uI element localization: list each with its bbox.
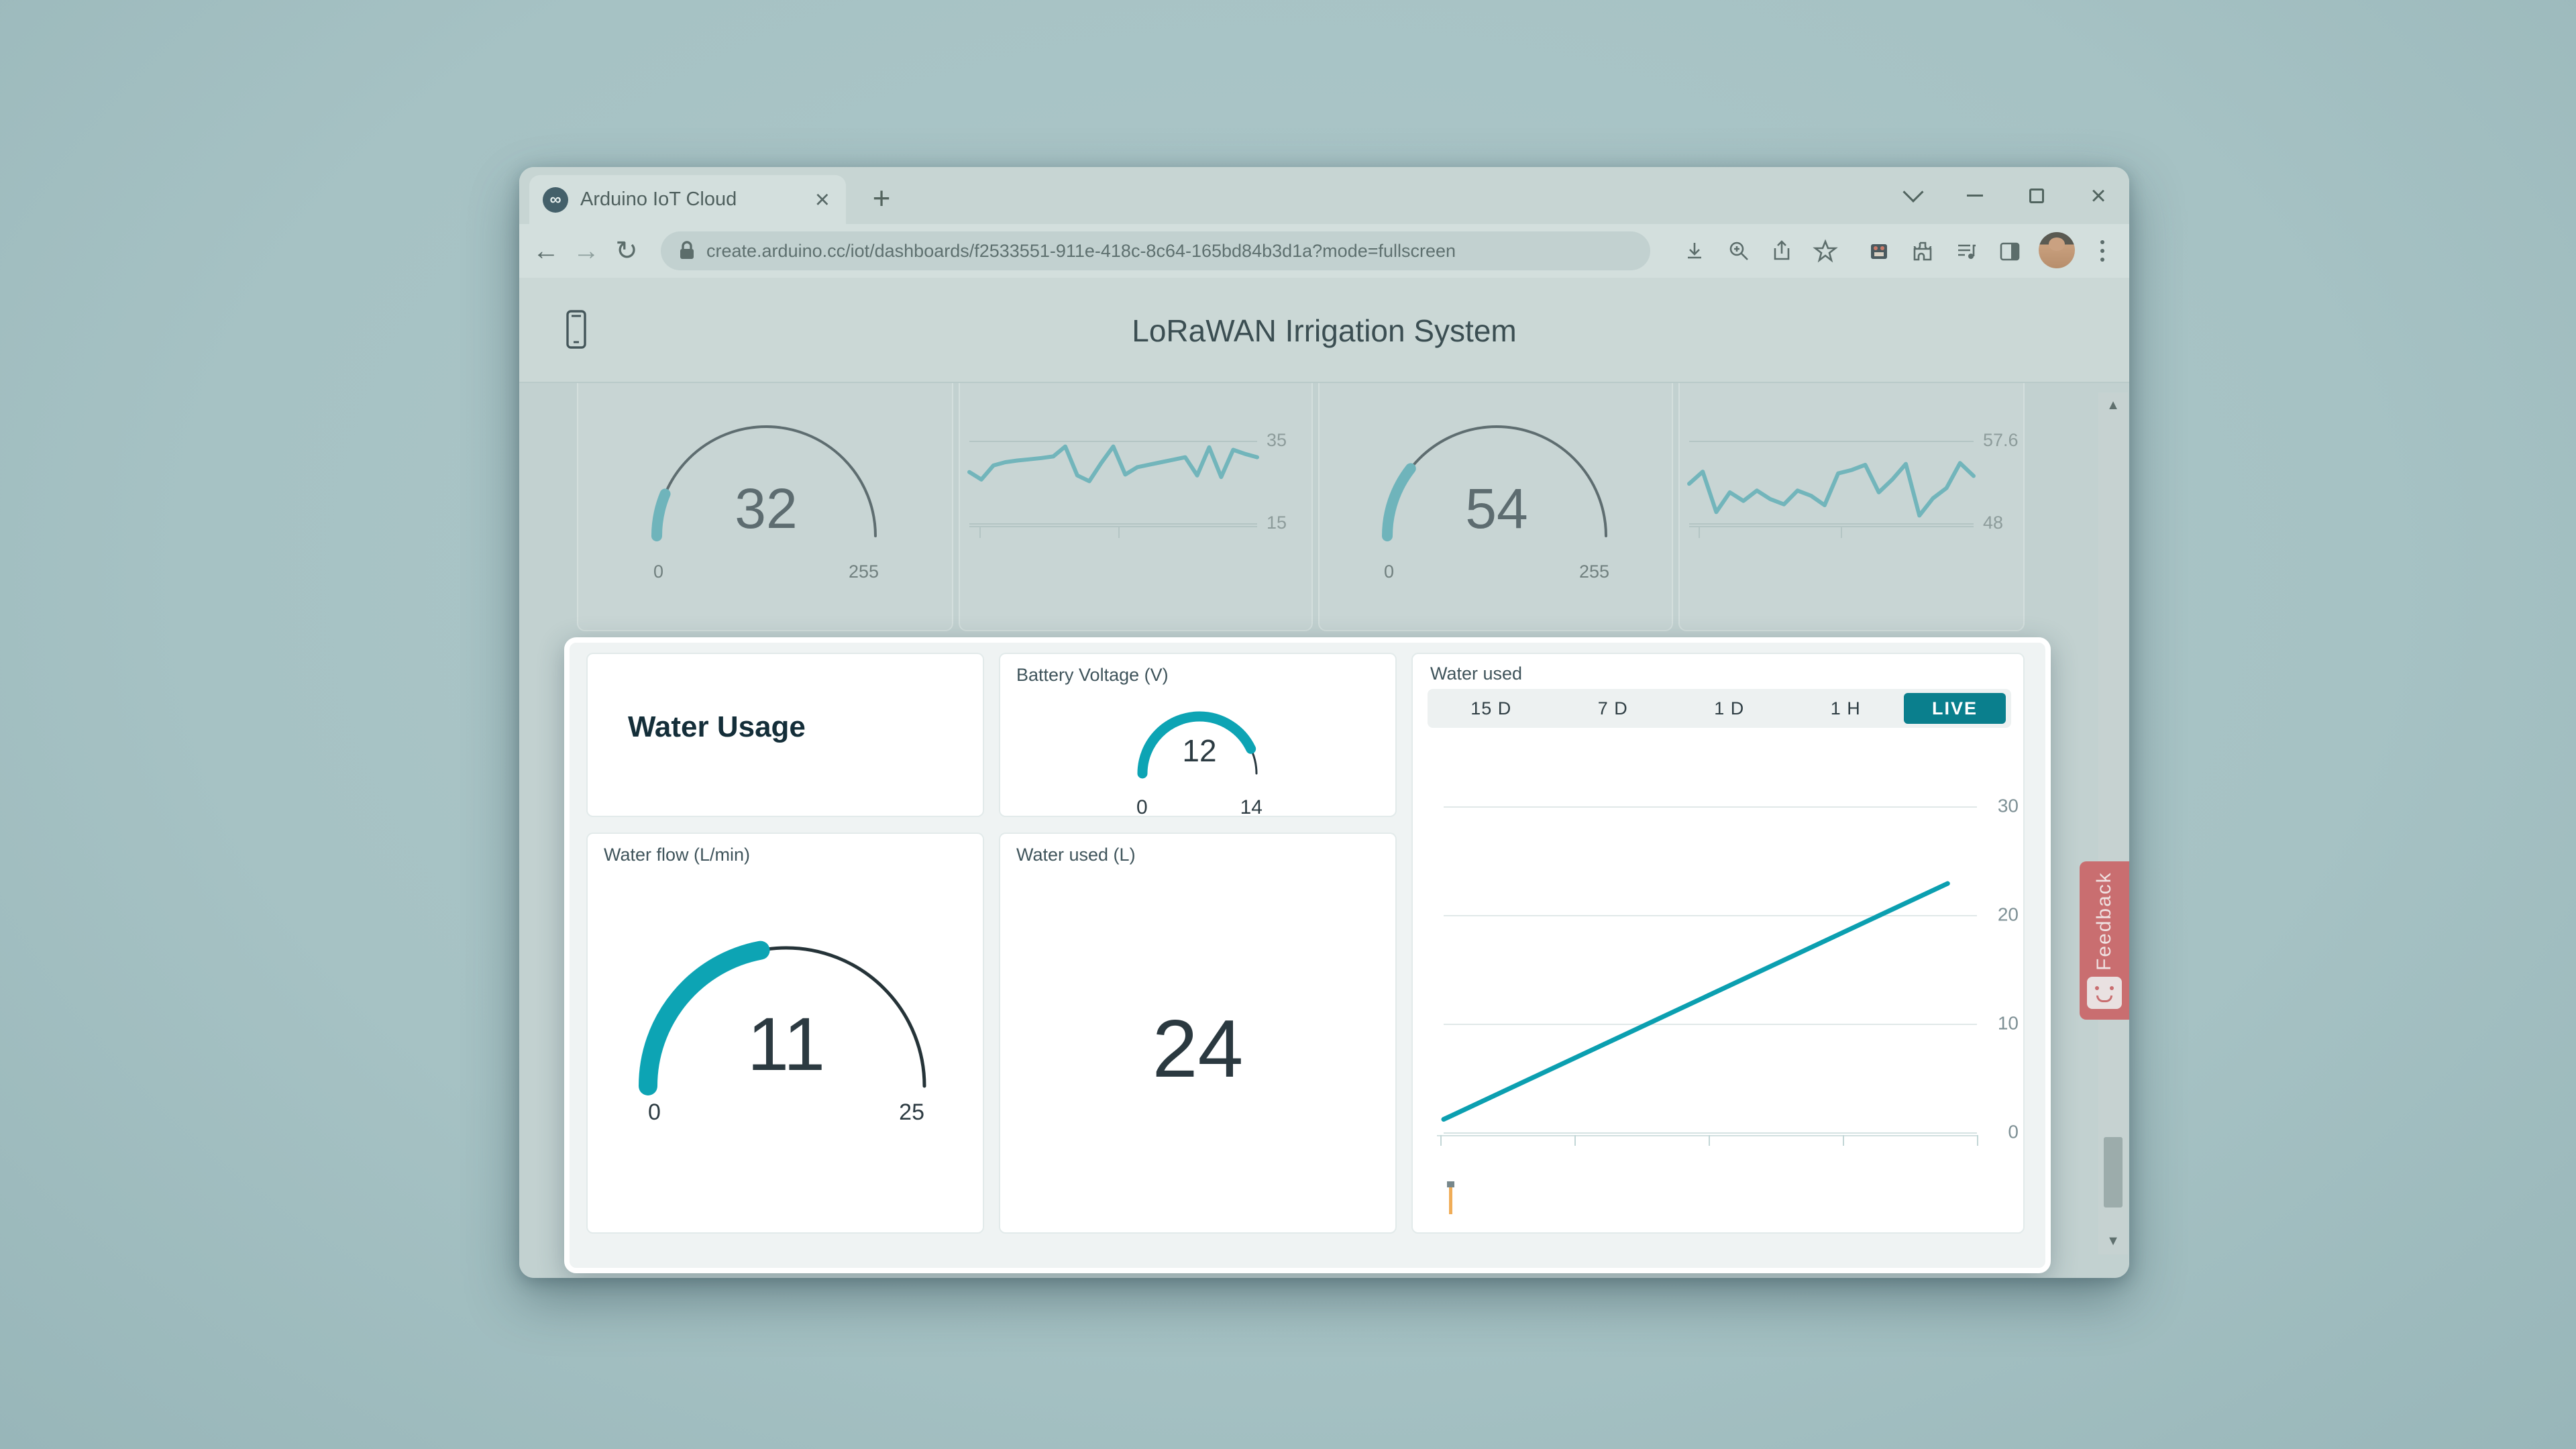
y-axis-label: 48 (1983, 513, 2003, 533)
battery-voltage-card: Battery Voltage (V) 12 0 14 (999, 653, 1397, 817)
download-icon[interactable] (1680, 236, 1709, 266)
range-15d[interactable]: 15 D (1428, 698, 1555, 719)
water-used-value-card: Water used (L) 24 (999, 833, 1397, 1234)
sidebar-panel-icon[interactable] (1995, 236, 2025, 266)
back-button[interactable]: ← (529, 233, 564, 268)
x-axis-cursor-cap (1447, 1181, 1454, 1187)
gauge: 32 0 255 (645, 414, 887, 588)
zoom-icon[interactable] (1724, 236, 1754, 266)
browser-toolbar: ← → ↻ create.arduino.cc/iot/dashboards/f… (519, 224, 2129, 278)
extensions-puzzle-icon[interactable] (1908, 236, 1937, 266)
highlighted-panel: Water Usage Battery Voltage (V) 12 0 14 … (564, 637, 2051, 1273)
reload-button[interactable]: ↻ (609, 233, 644, 268)
gauge: 11 0 25 (632, 932, 941, 1133)
gauge-value: 54 (1376, 478, 1617, 539)
y-axis-label: 30 (1985, 795, 2019, 816)
bookmark-star-icon[interactable] (1811, 236, 1840, 266)
widget-chart-2: 57.6 48 (1678, 383, 2025, 631)
browser-menu-icon[interactable] (2089, 235, 2116, 267)
widget-gauge-1: 32 0 255 (577, 383, 953, 631)
window-controls: × (1901, 167, 2110, 224)
address-bar[interactable]: create.arduino.cc/iot/dashboards/f253355… (661, 231, 1650, 270)
y-axis-label: 0 (1985, 1121, 2019, 1142)
playlist-icon[interactable] (1951, 236, 1981, 266)
water-flow-card: Water flow (L/min) 11 0 25 (586, 833, 984, 1234)
feedback-label: Feedback (2080, 871, 2129, 971)
widget-title: Water flow (L/min) (604, 845, 750, 865)
gauge: 54 0 255 (1376, 414, 1617, 588)
minimize-button[interactable] (1963, 184, 1987, 208)
tab-close-icon[interactable]: × (812, 187, 833, 213)
forward-button[interactable]: → (569, 233, 604, 268)
gauge-min-label: 0 (1136, 796, 1148, 819)
water-usage-title-card: Water Usage (586, 653, 984, 817)
widget-gauge-2: 54 0 255 (1318, 383, 1673, 631)
gauge-min-label: 0 (1384, 561, 1394, 582)
range-1d[interactable]: 1 D (1671, 698, 1788, 719)
water-used-chart-card: Water used 15 D 7 D 1 D 1 H LIVE 30 20 1… (1411, 653, 2025, 1234)
gauge-range-labels: 0 14 (1136, 796, 1263, 819)
widget-title: Water used (L) (1016, 845, 1136, 865)
tab-strip: ∞ Arduino IoT Cloud × + × (519, 167, 2129, 224)
water-used-value: 24 (1000, 1002, 1395, 1095)
feedback-tab[interactable]: Feedback (2080, 861, 2129, 1020)
dashboard-title: LoRaWAN Irrigation System (519, 278, 2129, 383)
share-icon[interactable] (1767, 236, 1796, 266)
x-axis-cursor-mark (1449, 1187, 1452, 1214)
gauge-min-label: 0 (648, 1099, 661, 1126)
gauge-value: 11 (632, 1006, 941, 1083)
new-tab-button[interactable]: + (863, 179, 900, 217)
y-axis-label: 20 (1985, 904, 2019, 925)
y-axis-label: 15 (1267, 513, 1287, 533)
widget-title: Water used (1430, 663, 1522, 684)
gauge-max-label: 25 (899, 1099, 924, 1126)
water-usage-heading: Water Usage (628, 710, 806, 744)
line-chart (1689, 441, 1974, 523)
line-chart (969, 441, 1257, 523)
gauge-value: 12 (1132, 732, 1267, 769)
gauge-max-label: 255 (849, 561, 879, 582)
gauge: 12 0 14 (1132, 705, 1267, 822)
extension-colorful-icon[interactable] (1864, 236, 1894, 266)
browser-window: ∞ Arduino IoT Cloud × + × ← → ↻ create.a… (519, 167, 2129, 1278)
widget-title: Battery Voltage (V) (1016, 665, 1169, 686)
url-text: create.arduino.cc/iot/dashboards/f253355… (706, 241, 1456, 262)
profile-avatar[interactable] (2039, 232, 2075, 268)
scrollbar-thumb[interactable] (2104, 1137, 2123, 1208)
smiley-face-icon (2087, 977, 2122, 1009)
tab-title: Arduino IoT Cloud (580, 189, 812, 211)
gauge-range-labels: 0 255 (653, 561, 879, 582)
y-axis-label: 10 (1985, 1012, 2019, 1034)
water-used-line-chart (1444, 806, 1977, 1132)
gauge-range-labels: 0 255 (1384, 561, 1609, 582)
range-7d[interactable]: 7 D (1555, 698, 1672, 719)
maximize-button[interactable] (2025, 184, 2049, 208)
gauge-min-label: 0 (653, 561, 663, 582)
y-axis-label: 35 (1267, 430, 1287, 451)
gauge-range-labels: 0 25 (648, 1099, 924, 1126)
range-live-button[interactable]: LIVE (1904, 693, 2006, 724)
arduino-favicon-icon: ∞ (543, 187, 568, 213)
gauge-value: 32 (645, 478, 887, 539)
gauge-max-label: 255 (1579, 561, 1609, 582)
close-window-button[interactable]: × (2086, 184, 2110, 208)
dashboard-header: LoRaWAN Irrigation System (519, 278, 2129, 383)
scroll-up-icon[interactable]: ▲ (2098, 398, 2128, 413)
lock-icon (678, 240, 696, 262)
page-scrollbar[interactable]: ▲ ▼ (2098, 392, 2128, 1254)
tab-search-chevron-icon[interactable] (1901, 184, 1925, 208)
scroll-down-icon[interactable]: ▼ (2098, 1234, 2128, 1249)
range-1h[interactable]: 1 H (1788, 698, 1904, 719)
widget-chart-1: 35 15 (959, 383, 1313, 631)
time-range-selector: 15 D 7 D 1 D 1 H LIVE (1428, 689, 2011, 728)
y-axis-label: 57.6 (1983, 430, 2019, 451)
gauge-max-label: 14 (1240, 796, 1263, 819)
browser-tab[interactable]: ∞ Arduino IoT Cloud × (529, 175, 846, 224)
